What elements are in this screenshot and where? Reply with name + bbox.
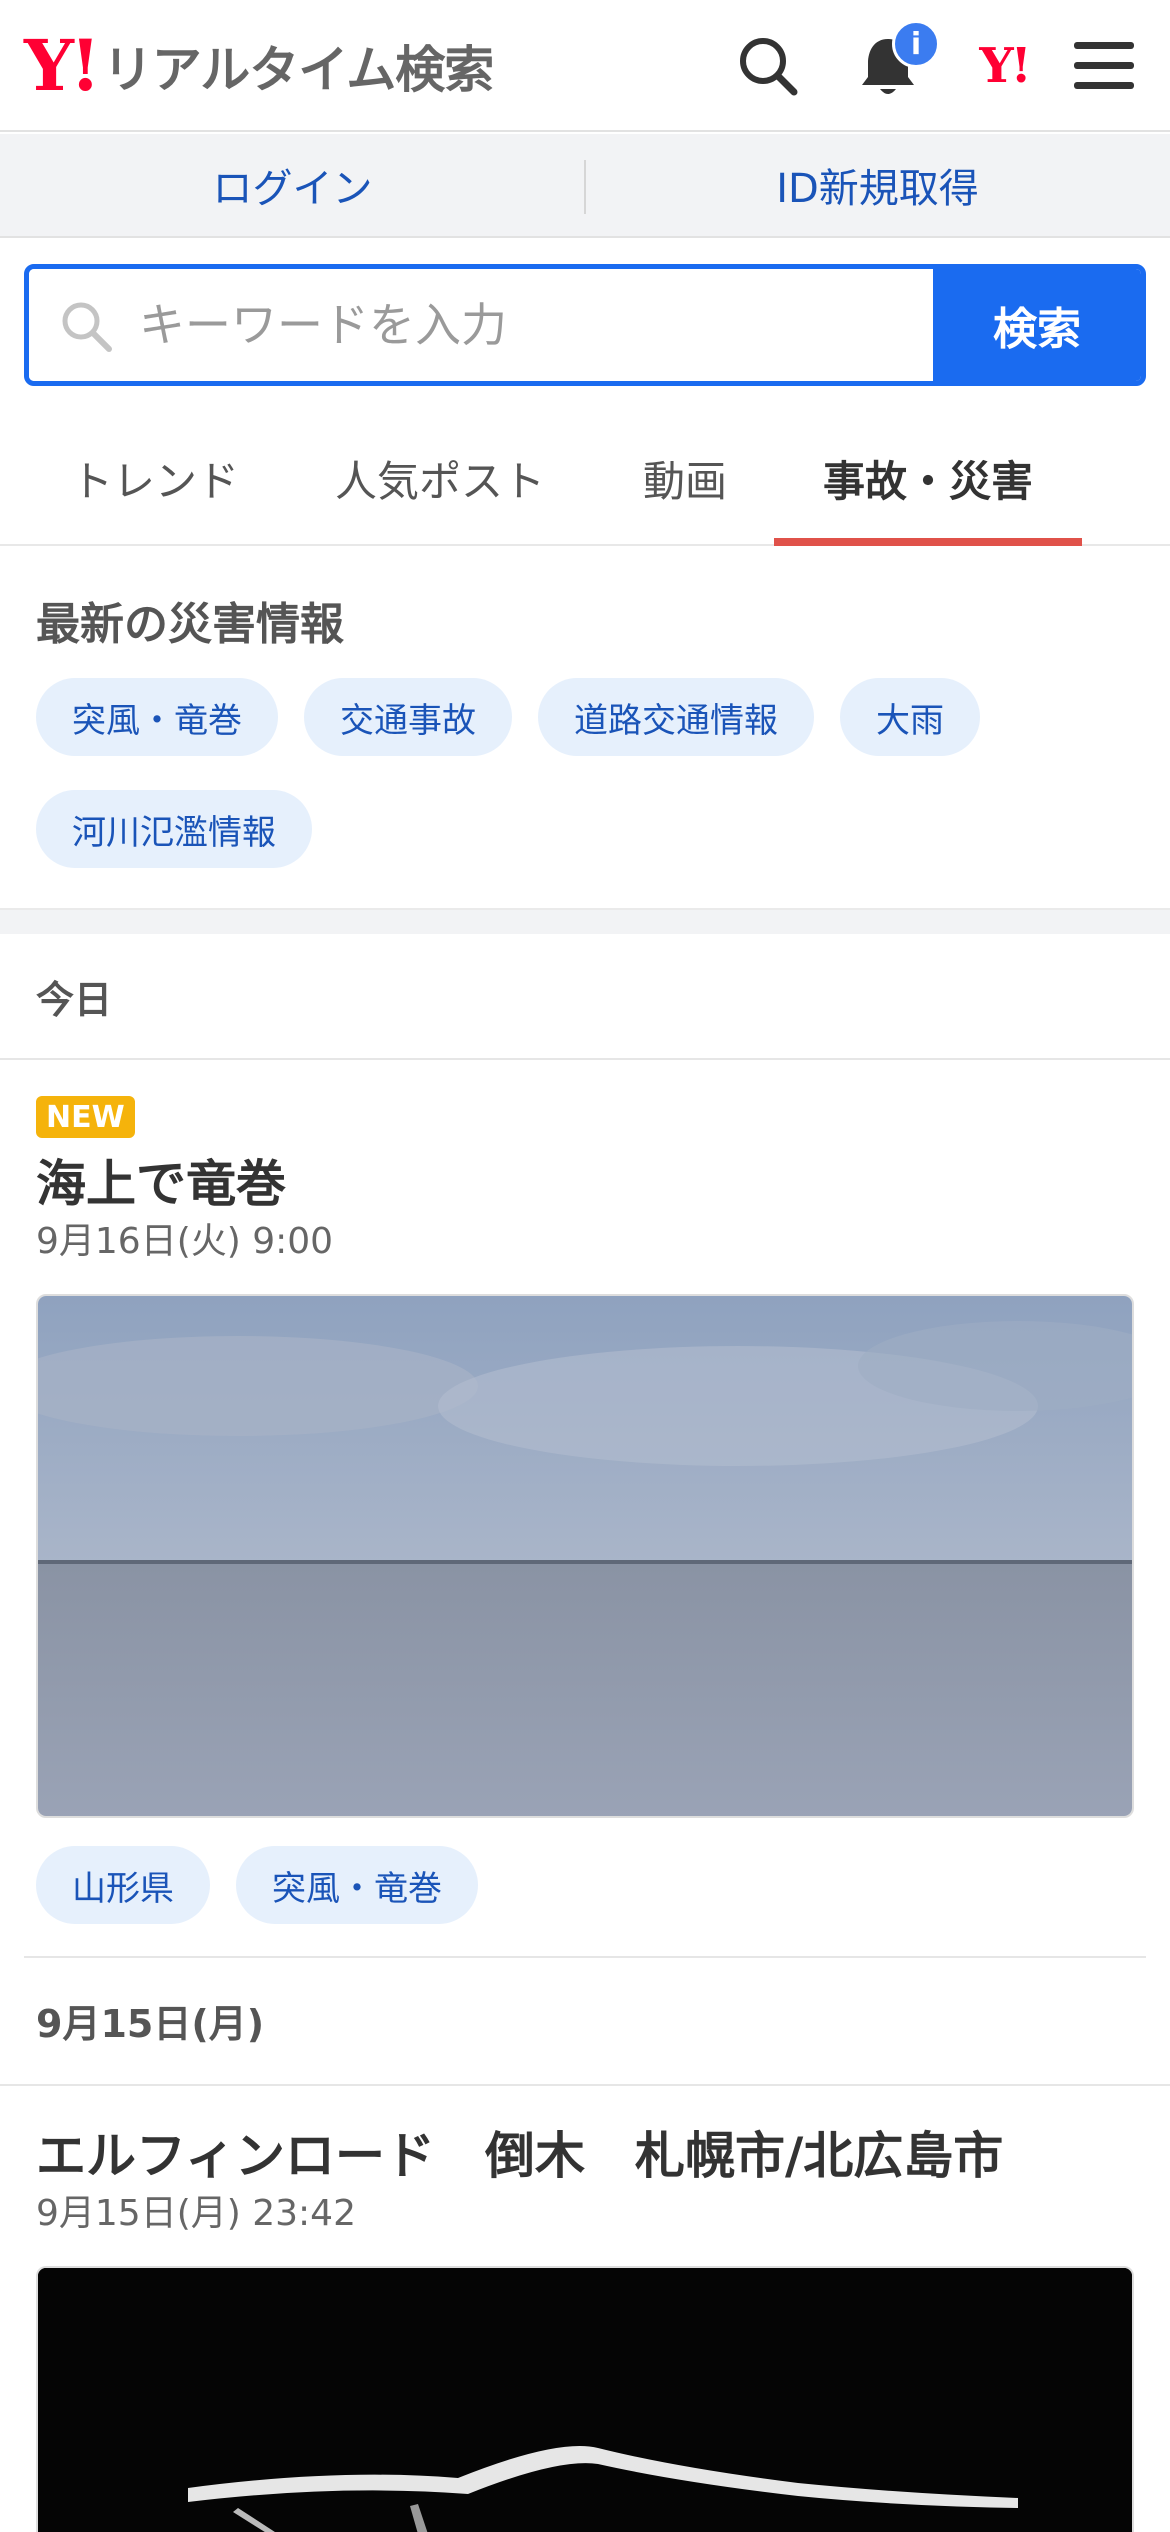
divider	[0, 2084, 1170, 2086]
yahoo-realtime-logo[interactable]: Y! リアルタイム検索	[24, 24, 494, 107]
section-gap	[0, 908, 1170, 934]
login-bar-divider	[584, 160, 586, 214]
disaster-info-section: 最新の災害情報 突風・竜巻 交通事故 道路交通情報 大雨 河川氾濫情報	[0, 548, 1170, 908]
disaster-chip[interactable]: 河川氾濫情報	[36, 790, 312, 868]
new-badge: NEW	[36, 1096, 135, 1138]
post-title[interactable]: 海上で竜巻	[36, 1144, 286, 1216]
disaster-chip[interactable]: 交通事故	[304, 678, 512, 756]
yahoo-home-icon[interactable]: Y!	[966, 28, 1042, 104]
search-button[interactable]: 検索	[933, 269, 1141, 381]
hamburger-menu-icon[interactable]	[1066, 28, 1142, 104]
disaster-chip[interactable]: 道路交通情報	[538, 678, 814, 756]
post-tag-list: 山形県 突風・竜巻	[36, 1846, 478, 1924]
notification-bell-icon[interactable]: i	[850, 20, 940, 104]
logo-text: リアルタイム検索	[102, 41, 494, 99]
post-tag[interactable]: 突風・竜巻	[236, 1846, 478, 1924]
search-bar: 検索	[24, 264, 1146, 386]
post-date: 9月15日(月) 23:42	[36, 2193, 356, 2234]
tab-popular-posts[interactable]: 人気ポスト	[310, 410, 570, 546]
login-bar: ログイン ID新規取得	[0, 134, 1170, 238]
disaster-info-title: 最新の災害情報	[36, 599, 344, 650]
date-heading: 今日	[36, 977, 113, 1022]
app-header: Y! リアルタイム検索 i Y!	[0, 0, 1170, 132]
register-link[interactable]: ID新規取得	[585, 156, 1170, 214]
post-image-night[interactable]	[36, 2266, 1134, 2532]
divider	[0, 1058, 1170, 1060]
date-heading: 9月15日(月)	[36, 2001, 265, 2046]
post-image-sea[interactable]	[36, 1294, 1134, 1818]
post-tag[interactable]: 山形県	[36, 1846, 210, 1924]
disaster-chip[interactable]: 大雨	[840, 678, 980, 756]
post-date: 9月16日(火) 9:00	[36, 1221, 334, 1262]
search-field-icon	[59, 299, 113, 357]
tab-trend[interactable]: トレンド	[40, 410, 270, 546]
search-field[interactable]	[29, 269, 939, 381]
yahoo-mini-logo: Y!	[979, 38, 1031, 94]
login-link[interactable]: ログイン	[0, 156, 585, 214]
disaster-chip[interactable]: 突風・竜巻	[36, 678, 278, 756]
yahoo-logo-mark: Y!	[24, 24, 101, 107]
tab-accident-disaster[interactable]: 事故・災害	[774, 410, 1082, 546]
disaster-chip-list: 突風・竜巻 交通事故 道路交通情報 大雨 河川氾濫情報	[36, 678, 1136, 868]
category-tabs: トレンド 人気ポスト 動画 事故・災害	[0, 410, 1170, 546]
search-input[interactable]	[139, 269, 939, 381]
search-icon[interactable]	[730, 28, 806, 104]
notification-badge: i	[892, 20, 940, 68]
tab-video[interactable]: 動画	[610, 410, 760, 546]
post-title[interactable]: エルフィンロード 倒木 札幌市/北広島市	[36, 2116, 1003, 2188]
